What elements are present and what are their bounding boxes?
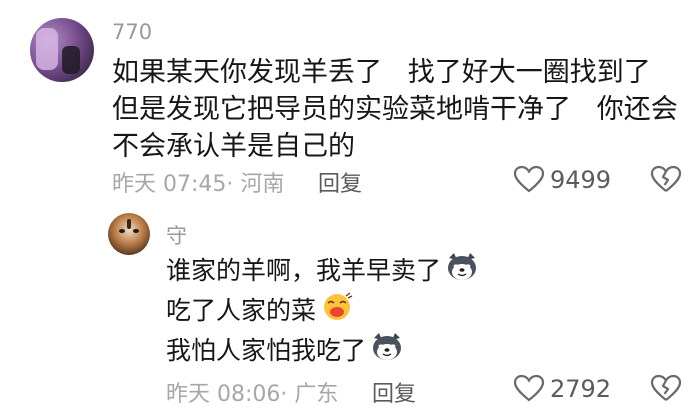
- heart-outline-icon: [513, 165, 545, 193]
- comment-line: 如果某天你发现羊丢了 找了好大一圈找到了: [112, 57, 651, 88]
- comment-time: 昨天 07:45: [112, 172, 227, 197]
- crying-face-emoji-icon: [320, 292, 354, 332]
- comment-line: 我怕人家怕我吃了: [166, 332, 479, 372]
- dog-face-emoji-icon: [370, 332, 404, 372]
- heart-outline-icon: [513, 374, 545, 402]
- like-button[interactable]: [513, 165, 547, 195]
- comment-meta: 昨天 08:06· 广东: [166, 376, 338, 408]
- avatar[interactable]: [108, 213, 150, 255]
- like-button[interactable]: [513, 374, 547, 404]
- comment-username[interactable]: 770: [112, 20, 152, 44]
- like-count: 9499: [550, 166, 612, 194]
- dislike-button[interactable]: [650, 165, 682, 195]
- comment-username[interactable]: 守: [166, 220, 187, 250]
- reply-button[interactable]: 回复: [318, 166, 362, 198]
- like-count: 2792: [550, 375, 612, 403]
- reply-button[interactable]: 回复: [372, 376, 416, 408]
- avatar[interactable]: [30, 18, 94, 82]
- comment-line: 吃了人家的菜: [166, 292, 479, 332]
- broken-heart-icon: [650, 165, 682, 192]
- reply-body: 谁家的羊啊，我羊早卖了 吃了人家的菜 我怕人家怕我吃了: [166, 252, 479, 372]
- comment-body: 如果某天你发现羊丢了 找了好大一圈找到了 但是发现它把导员的实验菜地啃干净了 你…: [112, 54, 678, 165]
- dislike-button[interactable]: [650, 374, 682, 404]
- comment-location: · 广东: [280, 382, 339, 407]
- comment-line: 谁家的羊啊，我羊早卖了: [166, 252, 479, 292]
- comment-line: 但是发现它把导员的实验菜地啃干净了 你还会: [112, 94, 678, 125]
- broken-heart-icon: [650, 374, 682, 401]
- dog-face-emoji-icon: [445, 252, 479, 292]
- comment-time: 昨天 08:06: [166, 382, 281, 407]
- comment-line: 不会承认羊是自己的: [112, 131, 355, 162]
- comment-meta: 昨天 07:45· 河南: [112, 166, 284, 198]
- comment-location: · 河南: [226, 172, 285, 197]
